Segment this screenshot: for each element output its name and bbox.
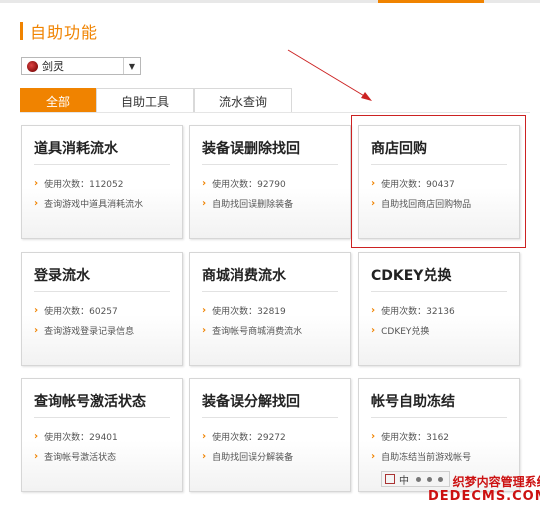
watermark: 织梦内容管理系统 DEDECMS.COM	[428, 476, 540, 503]
annotation-highlight-box	[351, 115, 526, 248]
tab-all[interactable]: 全部	[20, 88, 96, 113]
chevron-down-icon[interactable]: ▼	[123, 58, 140, 74]
card-divider	[202, 291, 338, 292]
card-desc[interactable]: 自助找回误删除装备	[212, 197, 293, 210]
card-item-consume[interactable]: 道具消耗流水 › 使用次数：112052 › 查询游戏中道具消耗流水	[21, 125, 183, 239]
card-usage: 使用次数：3162	[381, 433, 450, 443]
game-select-value: 剑灵	[42, 60, 64, 73]
chevron-right-icon: ›	[202, 431, 207, 442]
card-title: 登录流水	[34, 268, 90, 284]
card-divider	[34, 291, 170, 292]
chevron-right-icon: ›	[202, 325, 207, 336]
chevron-right-icon: ›	[34, 431, 39, 442]
card-usage: 使用次数：29272	[212, 433, 286, 443]
chevron-right-icon: ›	[371, 451, 376, 462]
chevron-right-icon: ›	[371, 325, 376, 336]
chevron-right-icon: ›	[202, 198, 207, 209]
card-title: 商城消费流水	[202, 268, 286, 284]
watermark-line2: DEDECMS.COM	[428, 489, 540, 504]
chevron-right-icon: ›	[202, 451, 207, 462]
card-usage: 使用次数：92790	[212, 180, 286, 190]
card-title: 装备误删除找回	[202, 141, 300, 157]
card-desc[interactable]: 查询帐号激活状态	[44, 450, 116, 463]
card-cdkey-redeem[interactable]: CDKEY兑换 › 使用次数：32136 › CDKEY兑换	[358, 252, 520, 366]
card-divider	[371, 291, 507, 292]
chevron-right-icon: ›	[371, 431, 376, 442]
ime-language-label[interactable]: 中	[399, 472, 409, 487]
card-equip-decompose-recover[interactable]: 装备误分解找回 › 使用次数：29272 › 自助找回误分解装备	[189, 378, 351, 492]
card-divider	[202, 164, 338, 165]
card-desc[interactable]: 查询游戏登录记录信息	[44, 324, 134, 337]
card-desc[interactable]: CDKEY兑换	[381, 324, 429, 337]
card-mall-consume-flow[interactable]: 商城消费流水 › 使用次数：32819 › 查询帐号商城消费流水	[189, 252, 351, 366]
chevron-right-icon: ›	[34, 305, 39, 316]
chevron-right-icon: ›	[34, 325, 39, 336]
card-usage: 使用次数：112052	[44, 180, 124, 190]
chevron-right-icon: ›	[371, 305, 376, 316]
card-desc[interactable]: 自助找回误分解装备	[212, 450, 293, 463]
chevron-right-icon: ›	[34, 178, 39, 189]
chevron-right-icon: ›	[202, 178, 207, 189]
card-divider	[34, 417, 170, 418]
card-divider	[371, 417, 507, 418]
section-header: 自助功能	[20, 20, 98, 42]
title-accent-bar	[20, 22, 23, 40]
card-usage: 使用次数：32819	[212, 307, 286, 317]
card-divider	[202, 417, 338, 418]
tab-bar: 全部 自助工具 流水查询	[20, 88, 292, 113]
chevron-right-icon: ›	[34, 451, 39, 462]
card-title: 装备误分解找回	[202, 394, 300, 410]
game-logo-icon	[27, 60, 38, 72]
card-divider	[34, 164, 170, 165]
card-desc[interactable]: 查询帐号商城消费流水	[212, 324, 302, 337]
card-title: 帐号自助冻结	[371, 394, 455, 410]
game-select[interactable]: 剑灵 ▼	[21, 57, 141, 75]
card-equip-delete-recover[interactable]: 装备误删除找回 › 使用次数：92790 › 自助找回误删除装备	[189, 125, 351, 239]
card-desc[interactable]: 查询游戏中道具消耗流水	[44, 197, 143, 210]
watermark-line1: 织梦内容管理系统	[452, 475, 540, 489]
chevron-right-icon: ›	[34, 198, 39, 209]
tab-self-tools[interactable]: 自助工具	[96, 88, 194, 113]
card-account-activation[interactable]: 查询帐号激活状态 › 使用次数：29401 › 查询帐号激活状态	[21, 378, 183, 492]
card-usage: 使用次数：32136	[381, 307, 455, 317]
card-title: CDKEY兑换	[371, 268, 452, 284]
card-title: 查询帐号激活状态	[34, 394, 146, 410]
ime-moon-icon[interactable]	[416, 476, 421, 482]
page-title: 自助功能	[30, 23, 99, 42]
card-title: 道具消耗流水	[34, 141, 118, 157]
ime-logo-icon	[385, 474, 395, 484]
card-login-flow[interactable]: 登录流水 › 使用次数：60257 › 查询游戏登录记录信息	[21, 252, 183, 366]
chevron-right-icon: ›	[202, 305, 207, 316]
tab-underline	[20, 112, 530, 113]
card-desc[interactable]: 自助冻结当前游戏帐号	[381, 450, 471, 463]
tab-flow-query[interactable]: 流水查询	[194, 88, 292, 113]
top-accent-bar	[378, 0, 484, 3]
card-usage: 使用次数：29401	[44, 433, 118, 443]
card-usage: 使用次数：60257	[44, 307, 118, 317]
